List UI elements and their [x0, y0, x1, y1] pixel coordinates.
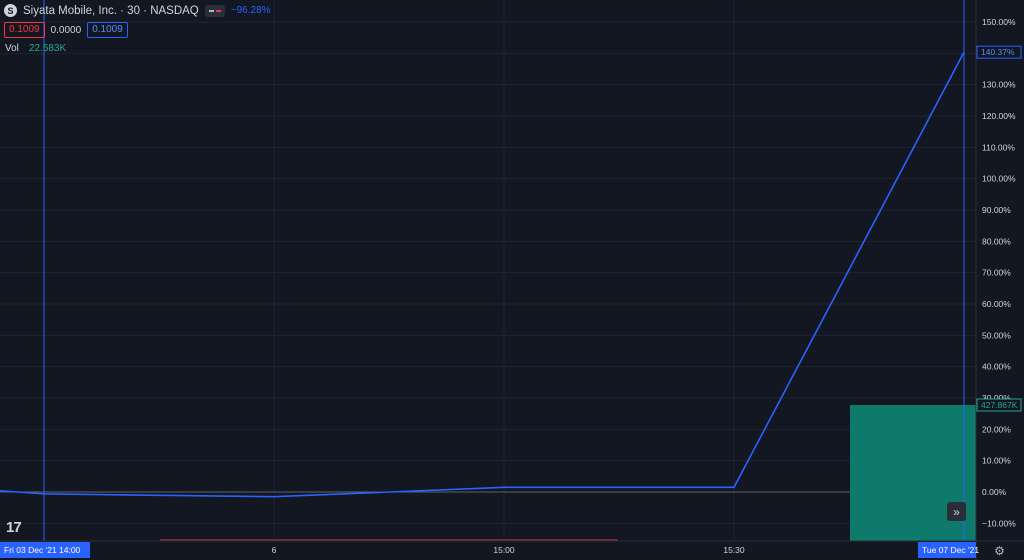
x-tick-label: 15:30 — [723, 545, 745, 555]
minus-icon — [208, 9, 214, 12]
sell-price-box[interactable]: 0.1009 — [4, 22, 45, 38]
x-tick-label: 15:00 — [493, 545, 515, 555]
y-tick-label: 110.00% — [982, 142, 1015, 152]
y-tick-label: 60.00% — [982, 299, 1011, 309]
visibility-toggle[interactable] — [204, 4, 225, 17]
siyata-logo-icon: S — [4, 4, 17, 17]
volume-bars — [160, 405, 976, 541]
y-tick-label: 0.00% — [982, 487, 1007, 497]
price-line — [0, 51, 965, 498]
symbol-legend: S Siyata Mobile, Inc. · 30 · NASDAQ −96.… — [4, 4, 271, 17]
buy-price-box[interactable]: 0.1009 — [87, 22, 128, 38]
price-axis[interactable]: 150.00%140.00%130.00%120.00%110.00%100.0… — [975, 0, 1022, 560]
y-tick-label: 10.00% — [982, 456, 1011, 466]
x-tick-label: 6 — [272, 545, 277, 555]
chart-area[interactable]: 150.00%140.00%130.00%120.00%110.00%100.0… — [0, 0, 1024, 560]
y-tick-label: 90.00% — [982, 205, 1011, 215]
gear-icon[interactable]: ⚙ — [993, 545, 1006, 558]
scroll-to-realtime-icon[interactable]: » — [947, 502, 966, 521]
chart-grid — [0, 0, 976, 541]
y-tick-label: 100.00% — [982, 174, 1016, 184]
y-tick-label: 80.00% — [982, 236, 1011, 246]
spread-value: 0.0000 — [50, 24, 82, 36]
last-price-label: 140.37% — [981, 47, 1015, 57]
minus-red-icon — [215, 9, 221, 12]
y-tick-label: 50.00% — [982, 330, 1011, 340]
volume-label: Vol — [5, 43, 19, 54]
y-tick-label: 20.00% — [982, 424, 1011, 434]
volume-value: 22.583K — [28, 43, 67, 54]
y-tick-label: 150.00% — [982, 17, 1016, 27]
time-axis[interactable]: 6 15:00 15:30 Fri 03 Dec '21 14:00 Tue 07 De… — [0, 540, 1024, 558]
y-tick-label: 130.00% — [982, 80, 1016, 90]
tradingview-logo-icon[interactable]: 17 — [6, 519, 22, 536]
crosshair-left-time: Fri 03 Dec '21 14:00 — [4, 545, 81, 555]
y-tick-label: −10.00% — [982, 518, 1016, 528]
change-percent: −96.28% — [230, 5, 271, 16]
price-chart[interactable]: 150.00%140.00%130.00%120.00%110.00%100.0… — [0, 0, 1024, 560]
y-tick-label: 70.00% — [982, 268, 1011, 278]
volume-axis-label: 427.867K — [981, 400, 1018, 410]
y-tick-label: 120.00% — [982, 111, 1016, 121]
series-layer — [0, 51, 965, 498]
price-row: 0.1009 0.0000 0.1009 — [4, 22, 128, 38]
y-tick-label: 40.00% — [982, 362, 1011, 372]
crosshair-right-time: Tue 07 Dec '21 — [922, 545, 979, 555]
symbol-title[interactable]: Siyata Mobile, Inc. · 30 · NASDAQ — [23, 5, 199, 17]
volume-legend: Vol 22.583K — [5, 43, 66, 54]
